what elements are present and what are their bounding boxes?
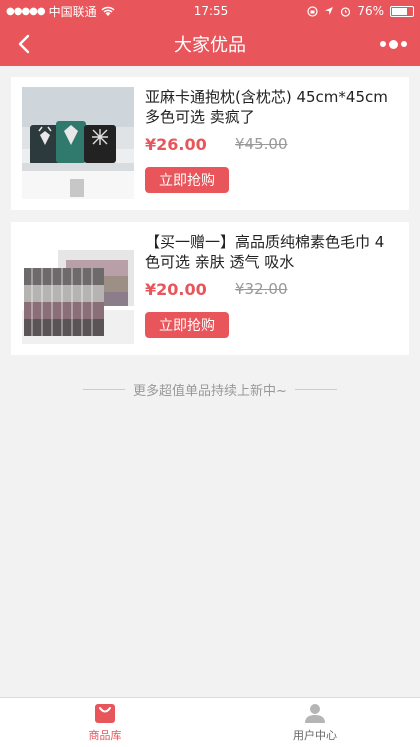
lock-rotation-icon [307, 5, 318, 17]
more-dot-icon [400, 41, 407, 47]
buy-now-button[interactable]: 立即抢购 [145, 167, 229, 193]
buy-now-button[interactable]: 立即抢购 [145, 312, 229, 338]
alarm-icon [341, 6, 351, 17]
product-name[interactable]: 【买一赠一】高品质纯棉素色毛巾 4色可选 亲肤 透气 吸水 [145, 232, 399, 272]
tab-products[interactable]: 商品库 [0, 698, 210, 747]
battery-fill [391, 7, 407, 15]
product-price: ¥20.00 [145, 280, 207, 299]
product-original-price: ¥45.00 [235, 135, 288, 153]
product-price: ¥26.00 [145, 135, 207, 154]
divider [294, 389, 337, 390]
location-icon [325, 7, 334, 15]
battery-icon [389, 5, 414, 17]
more-button[interactable] [376, 30, 410, 58]
product-image[interactable] [22, 232, 134, 344]
product-name[interactable]: 亚麻卡通抱枕(含枕芯) 45cm*45cm 多色可选 卖疯了 [145, 87, 399, 127]
more-coming-hint: 更多超值单品持续上新中~ [0, 380, 420, 399]
tab-label: 商品库 [88, 729, 122, 742]
more-dot-icon [388, 39, 398, 49]
nav-bar: 大家优品 [0, 22, 420, 66]
tab-user-center[interactable]: 用户中心 [210, 698, 420, 747]
clock: 17:55 [193, 4, 229, 18]
shopping-bag-icon [95, 704, 115, 723]
user-icon [305, 704, 325, 723]
more-dot-icon [379, 41, 386, 47]
more-coming-text: 更多超值单品持续上新中~ [133, 384, 287, 399]
status-bar: ●●●●● 中国联通 17:55 76% [0, 0, 420, 22]
product-card[interactable]: 【买一赠一】高品质纯棉素色毛巾 4色可选 亲肤 透气 吸水 ¥20.00 ¥32… [11, 222, 409, 355]
page-title: 大家优品 [174, 35, 246, 56]
product-card[interactable]: 亚麻卡通抱枕(含枕芯) 45cm*45cm 多色可选 卖疯了 ¥26.00 ¥4… [11, 77, 409, 210]
divider [83, 389, 126, 390]
wifi-icon [101, 6, 115, 16]
tab-bar: 商品库 用户中心 [0, 697, 420, 747]
back-button[interactable] [10, 30, 38, 58]
battery-percent: 76% [357, 4, 384, 18]
tab-label: 用户中心 [293, 729, 337, 742]
product-original-price: ¥32.00 [235, 280, 288, 298]
chevron-left-icon [18, 34, 30, 54]
product-image[interactable] [22, 87, 134, 199]
signal-icon: ●●●●● [6, 5, 46, 17]
carrier-label: 中国联通 [48, 4, 97, 19]
